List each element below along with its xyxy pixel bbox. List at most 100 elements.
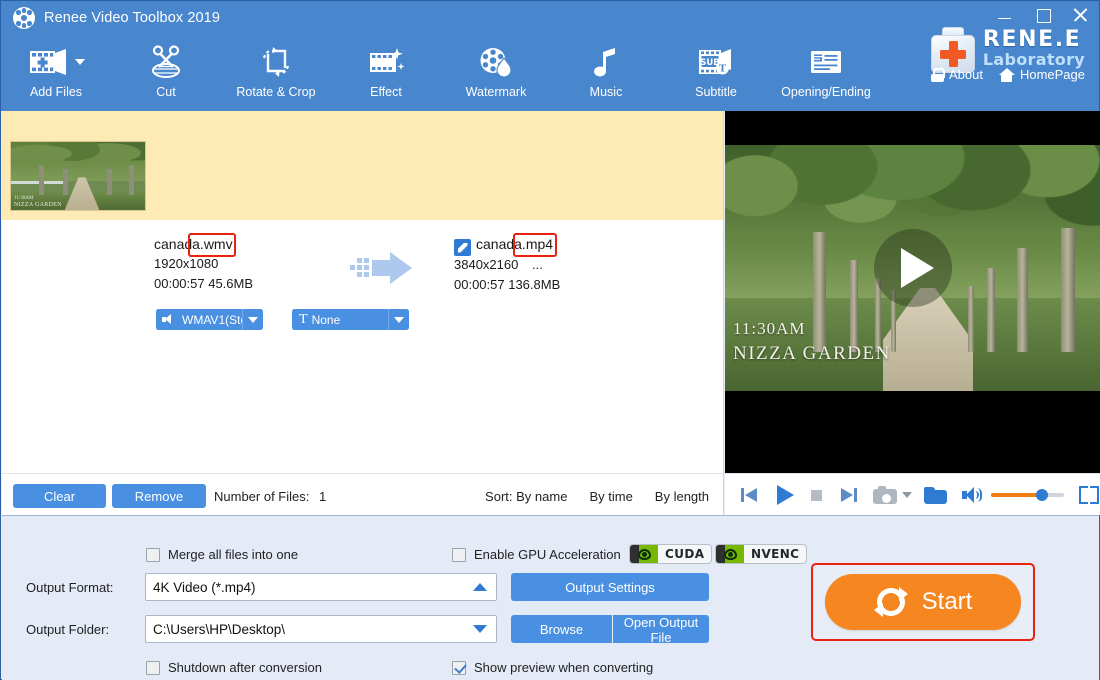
toolbar-item-cut[interactable]: Cut [111,37,221,111]
output-resolution-value: 3840x2160 [454,257,519,272]
about-link[interactable]: About [930,67,983,82]
toolbar-item-subtitle[interactable]: SUB T Subtitle [661,37,771,111]
clear-button[interactable]: Clear [13,484,106,508]
chevron-up-icon[interactable] [473,583,487,591]
output-folder-value: C:\Users\HP\Desktop\ [153,621,286,637]
chevron-down-icon[interactable] [74,59,85,65]
play-overlay-button[interactable] [873,229,952,307]
app-logo-icon [13,7,35,29]
toolbar-label-add-files: Add Files [29,85,83,99]
shutdown-checkbox-label: Shutdown after conversion [168,660,322,675]
output-format-input[interactable]: 4K Video (*.mp4) [145,573,497,601]
chevron-down-icon-folder[interactable] [473,625,487,633]
next-icon [837,485,859,505]
rotate-crop-icon [257,41,295,83]
toolbar-label-music: Music [589,85,623,99]
gpu-acceleration-checkbox[interactable]: Enable GPU Acceleration [452,547,621,562]
remove-button[interactable]: Remove [112,484,206,508]
show-preview-checkbox[interactable]: Show preview when converting [452,660,653,675]
shutdown-checkbox[interactable]: Shutdown after conversion [146,660,322,675]
audio-track-label: WMAV1(Stere [182,312,242,327]
volume-icon [962,486,982,504]
source-duration-size: 00:00:57 45.6MB [154,276,254,291]
add-files-icon [28,41,85,83]
edit-output-icon[interactable] [454,239,471,256]
track-controls-row: WMAV1(Stere T None - [2,306,723,336]
output-format-value: 4K Video (*.mp4) [153,579,256,595]
maximize-icon[interactable] [1035,7,1051,23]
toolbar-item-opening-ending[interactable]: Opening/Ending [771,37,881,111]
merge-checkbox-box[interactable] [146,547,160,562]
toolbar-item-rotate-crop[interactable]: Rotate & Crop [221,37,331,111]
start-button[interactable]: Start [825,574,1021,630]
toolbar-label-cut: Cut [156,85,176,99]
video-preview[interactable]: 11:30AM NIZZA GARDEN [725,111,1100,473]
toolbar-item-add-files[interactable]: Add Files [1,37,111,111]
refresh-icon [873,584,909,620]
show-preview-checkbox-label: Show preview when converting [474,660,654,675]
toolbar-label-rotate-crop: Rotate & Crop [236,85,316,99]
output-folder-label: Output Folder: [26,622,110,637]
volume-button[interactable] [962,486,982,504]
toolbar-label-subtitle: Subtitle [695,85,737,99]
lock-icon [930,67,946,82]
sort-by-length-option[interactable]: By length [655,489,709,504]
file-list-row[interactable]: 11:30AM NIZZA GARDEN canada.wmv 1920x108… [2,111,723,330]
merge-checkbox-label: Merge all files into one [168,547,299,562]
start-button-label: Start [921,588,973,615]
volume-slider[interactable] [991,488,1064,501]
previous-button[interactable] [739,485,761,505]
sort-controls: Sort: By name By time By length [485,489,709,504]
merge-files-checkbox[interactable]: Merge all files into one [146,547,298,562]
toolbar-label-effect: Effect [370,85,402,99]
fullscreen-button[interactable] [1078,485,1100,505]
snapshot-button[interactable] [873,485,912,505]
watermark-icon [477,41,515,83]
sort-by-name-label: By name [516,489,568,504]
subtitle-track-selector[interactable]: T None [292,309,409,330]
output-file-info: canada.mp4 [476,235,553,254]
about-label: About [948,67,983,82]
toolbar-item-music[interactable]: Music [551,37,661,111]
app-title: Renee Video Toolbox 2019 [44,10,221,26]
file-list[interactable]: 11:30AM NIZZA GARDEN canada.wmv 1920x108… [2,111,724,473]
video-thumbnail: 11:30AM NIZZA GARDEN [10,141,146,211]
number-of-files: Number of Files: 1 [214,489,326,504]
subtitle-track-dropdown-icon[interactable] [388,309,409,330]
number-of-files-label: Number of Files: [214,489,310,504]
output-settings-button[interactable]: Output Settings [511,573,709,601]
browse-button[interactable]: Browse [511,615,612,643]
minimize-icon[interactable] [997,7,1013,23]
thumbnail-overlay-time: 11:30AM [14,196,34,201]
close-icon[interactable] [1073,7,1089,23]
audio-track-selector[interactable]: WMAV1(Stere [156,309,263,330]
sort-by-name-option[interactable]: Sort: By name [485,489,567,504]
open-output-file-button[interactable]: Open Output File [613,615,709,645]
output-folder-input[interactable]: C:\Users\HP\Desktop\ [145,615,497,643]
home-icon [998,67,1015,82]
gpu-checkbox-box[interactable] [452,547,466,562]
music-note-icon [591,41,621,83]
show-preview-checkbox-box[interactable] [452,660,466,675]
next-button[interactable] [837,485,859,505]
bottom-settings-panel: Merge all files into one Enable GPU Acce… [2,515,1099,680]
source-file-name: canada.wmv [154,236,233,252]
play-icon [773,484,797,506]
shutdown-checkbox-box[interactable] [146,660,160,675]
output-resolution: 3840x2160 ... [454,255,560,275]
toolbar-item-effect[interactable]: Effect [331,37,441,111]
start-button-highlight: Start [811,563,1035,641]
homepage-link[interactable]: HomePage [998,67,1085,82]
scissors-icon [146,41,186,83]
sort-by-time-option[interactable]: By time [589,489,632,504]
toolbar-item-watermark[interactable]: Watermark [441,37,551,111]
stop-button[interactable] [807,485,827,505]
output-file-details: 3840x2160 ... 00:00:57 136.8MB [454,255,560,295]
snapshot-dropdown-icon[interactable] [902,491,912,498]
output-resolution-more[interactable]: ... [532,257,543,272]
nvidia-eye-icon-2 [716,545,744,563]
audio-track-dropdown-icon[interactable] [242,309,263,330]
play-button[interactable] [773,484,797,506]
open-folder-button[interactable] [924,485,948,505]
main-toolbar: Add Files Cut Rotate & Crop Effect Water… [1,37,881,111]
